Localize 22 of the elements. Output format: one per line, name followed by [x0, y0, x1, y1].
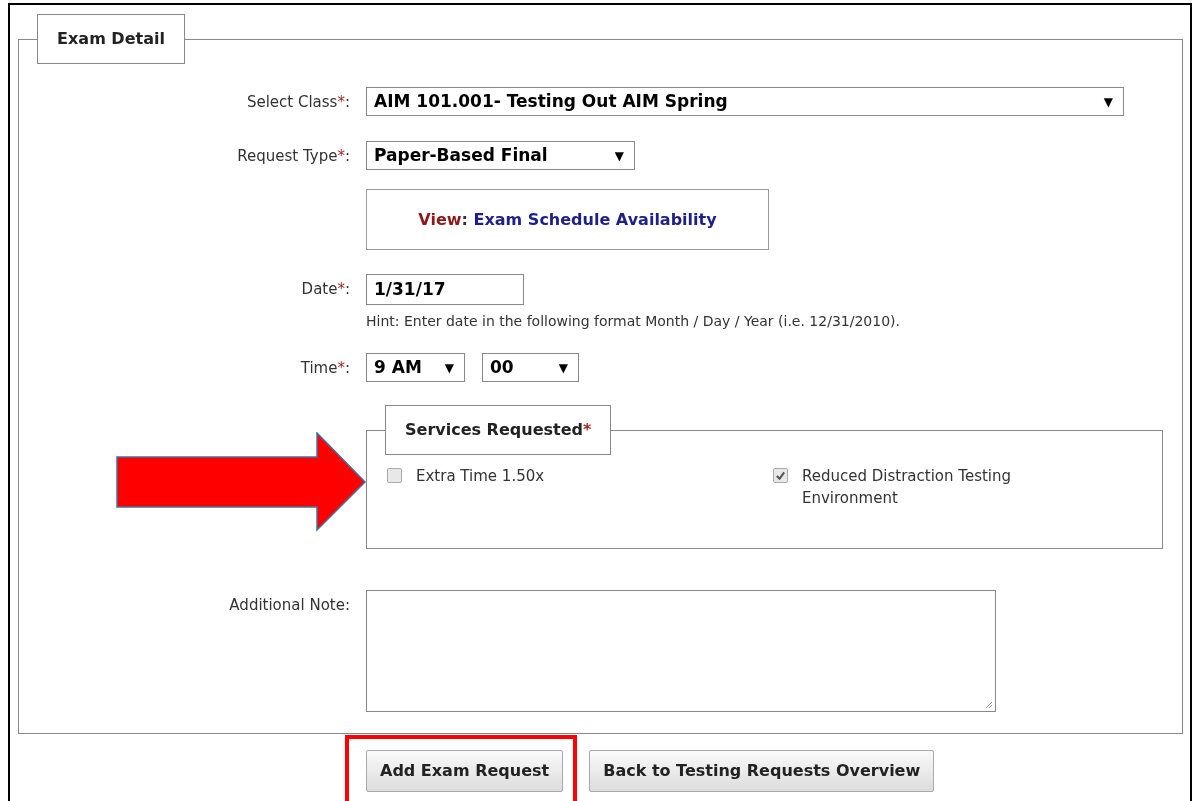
panel-title: Exam Detail [37, 14, 185, 64]
back-button[interactable]: Back to Testing Requests Overview [589, 750, 935, 792]
field-label: Date*: [301, 280, 350, 298]
dropdown[interactable]: Paper-Based Final ▼ [366, 141, 635, 170]
checkbox[interactable] [387, 468, 402, 483]
hint-text: Hint: Enter date in the following format Month / Day / Year (i.e. 12/31/2010). [366, 312, 900, 331]
checkbox-label: Reduced Distraction Testing Environment [802, 466, 1013, 509]
date-field[interactable]: 1/31/17 [366, 274, 524, 305]
dropdown[interactable]: AIM 101.001- Testing Out AIM Spring ▼ [366, 87, 1124, 116]
field-label: Select Class*: [246, 93, 350, 111]
note-field[interactable] [366, 590, 996, 712]
group-title: Services Requested* [385, 405, 612, 455]
field-label: Time*: [300, 359, 350, 377]
checkbox[interactable] [773, 468, 788, 483]
checkbox-label: Extra Time 1.50x [416, 466, 546, 487]
resize-grip-icon[interactable] [984, 700, 993, 709]
schedule-link[interactable]: View: Exam Schedule Availability [418, 207, 717, 232]
dropdown[interactable]: 9 AM ▼ [366, 353, 465, 382]
dropdown[interactable]: 00 ▼ [482, 353, 579, 382]
add-request-button[interactable]: Add Exam Request [366, 750, 564, 792]
field-label: Request Type*: [237, 147, 350, 165]
field-label: Additional Note: [229, 596, 350, 614]
